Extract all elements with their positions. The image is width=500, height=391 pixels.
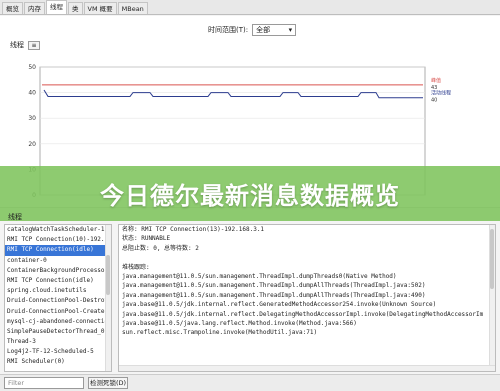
thread-list-item[interactable]: spring.cloud.inetutils — [5, 286, 111, 296]
stack-trace-line: sun.reflect.misc.Trampoline.invoke(Metho… — [122, 329, 318, 337]
time-range-row: 时间范围(T): 全部 ▾ — [208, 24, 297, 36]
legend-peak-name: 峰值 — [431, 77, 441, 84]
stack-trace-line: java.base@11.0.5/java.lang.reflect.Metho… — [122, 319, 357, 327]
thread-list-item[interactable]: mysql-cj-abandoned-connection — [5, 317, 111, 327]
thread-list-item[interactable]: Log4j2-TF-12-Scheduled-5 — [5, 347, 111, 357]
threads-section-label: 线程 — [8, 213, 22, 221]
time-range-value: 全部 — [256, 26, 271, 34]
banner-overlay: 今日德尔最新消息数据概览 — [0, 166, 500, 221]
stack-trace-line: java.base@11.0.5/jdk.internal.reflect.Ge… — [122, 301, 437, 309]
detect-deadlock-button[interactable]: 检测死锁(D) — [88, 377, 128, 389]
filter-input[interactable]: Filter — [4, 377, 84, 389]
thread-detail-pane: 名称: RMI TCP Connection(13)-192.168.3.1 状态… — [118, 224, 496, 372]
thread-list-item[interactable]: Thread-3 — [5, 337, 111, 347]
y-tick-label: 30 — [28, 115, 36, 122]
time-range-label: 时间范围(T): — [208, 26, 249, 34]
thread-list-item[interactable]: container-0 — [5, 256, 111, 266]
detail-horizontal-scrollbar[interactable] — [119, 365, 495, 371]
tab-bar: 概览 内存 线程类 VM 概要 MBean — [0, 0, 500, 15]
chevron-down-icon: ▾ — [288, 26, 293, 34]
thread-list-scroll-thumb[interactable] — [106, 255, 110, 295]
y-tick-label: 50 — [28, 64, 36, 71]
detail-scroll-thumb[interactable] — [490, 229, 494, 289]
chart-header: 线程 ≡ — [10, 40, 40, 50]
chart-title: 线程 — [10, 41, 24, 49]
stack-trace-line: java.management@11.0.5/sun.management.Th… — [122, 291, 426, 299]
stack-trace-line: 状态: RUNNABLE — [122, 235, 171, 243]
tab-4[interactable]: VM 概要 — [83, 2, 117, 14]
thread-list-item[interactable]: Druid-ConnectionPool-Create- — [5, 307, 111, 317]
stack-trace-line: 总阻止数: 0, 总等待数: 2 — [122, 244, 199, 252]
stack-trace-line: java.management@11.0.5/sun.management.Th… — [122, 272, 397, 280]
tab-1[interactable]: 内存 — [24, 2, 45, 14]
time-range-select[interactable]: 全部 ▾ — [252, 24, 297, 36]
tab-2[interactable]: 线程 — [46, 0, 67, 14]
tab-5[interactable]: MBean — [117, 2, 148, 14]
stack-trace-line — [119, 253, 495, 262]
thread-list[interactable]: catalogWatchTaskScheduler-1 RMI TCP Conne… — [4, 224, 112, 372]
stack-trace-line: 名称: RMI TCP Connection(13)-192.168.3.1 — [122, 226, 265, 233]
thread-list-item[interactable]: RMI TCP Connection(10)-192.16 — [5, 235, 111, 245]
tab-3[interactable]: 类 — [68, 2, 83, 14]
bottom-toolbar: Filter 检测死锁(D) — [0, 374, 500, 391]
thread-list-item[interactable]: Druid-ConnectionPool-Destroy- — [5, 296, 111, 306]
thread-list-item[interactable]: catalogWatchTaskScheduler-1 — [5, 225, 111, 235]
thread-list-item[interactable]: RMI TCP Connection(idle) — [5, 245, 111, 256]
thread-list-item[interactable]: RMI TCP Connection(idle) — [5, 276, 111, 286]
thread-list-item[interactable]: SimplePauseDetectorThread_0 — [5, 327, 111, 337]
stack-trace-line: java.management@11.0.5/sun.management.Th… — [122, 282, 426, 290]
stack-trace-line: java.base@11.0.5/jdk.internal.reflect.De… — [122, 310, 484, 318]
legend-live-name: 活动线程 — [431, 90, 451, 97]
chart-menu-button[interactable]: ≡ — [28, 40, 40, 50]
thread-list-item[interactable]: ContainerBackgroundProcessor — [5, 266, 111, 276]
banner-text: 今日德尔最新消息数据概览 — [100, 182, 400, 210]
legend-live-value: 40 — [431, 98, 437, 104]
detail-vertical-scrollbar[interactable] — [489, 225, 495, 371]
y-tick-label: 40 — [28, 90, 36, 97]
thread-list-item[interactable]: RMI Scheduler(0) — [5, 357, 111, 367]
stack-trace-line: 堆栈跟踪: — [122, 263, 150, 271]
y-tick-label: 20 — [28, 141, 36, 148]
tab-0[interactable]: 概览 — [2, 2, 23, 14]
thread-list-scrollbar[interactable] — [105, 225, 111, 371]
